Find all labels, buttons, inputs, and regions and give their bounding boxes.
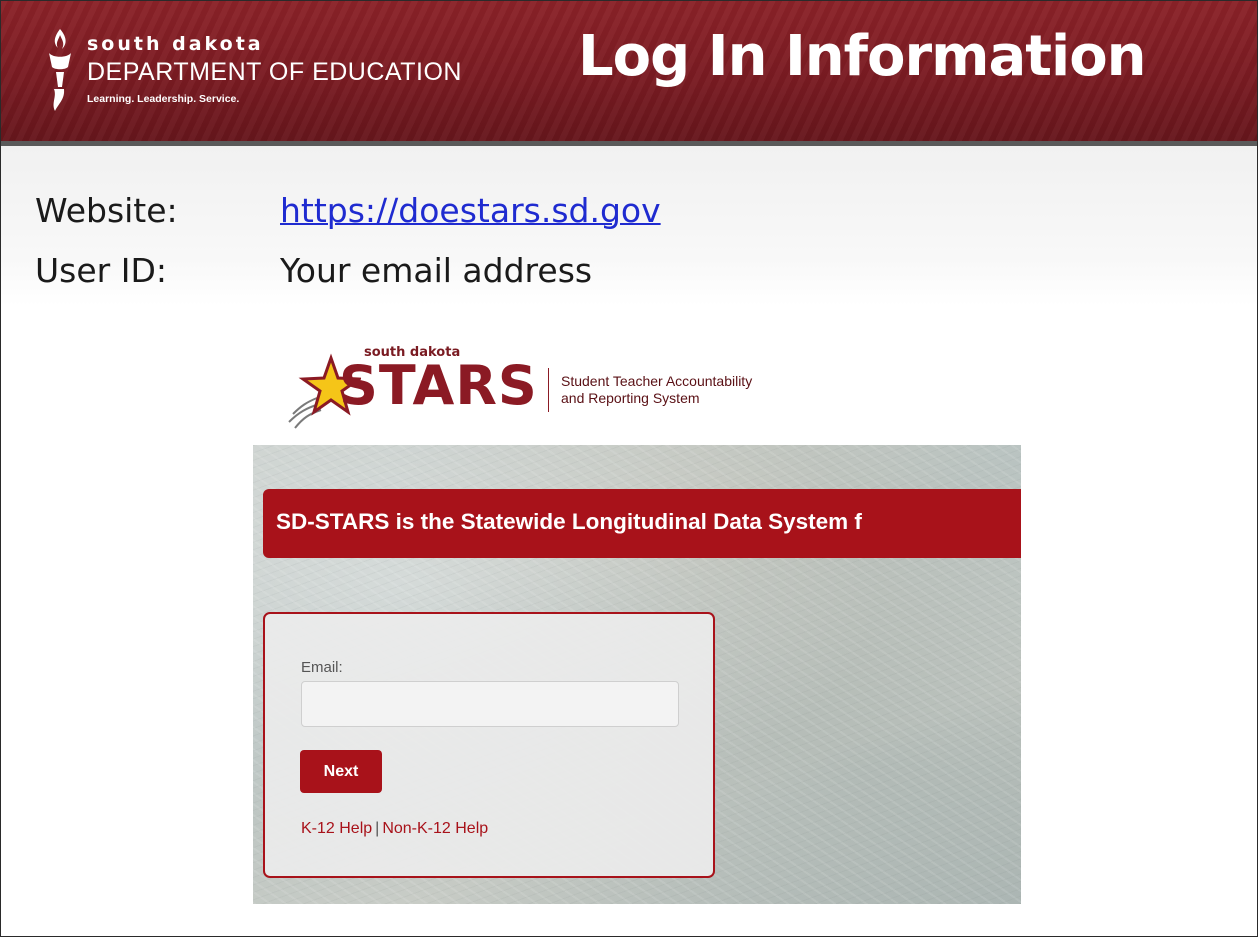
page-title: Log In Information xyxy=(578,24,1147,89)
header-banner: south dakota DEPARTMENT OF EDUCATION Lea… xyxy=(1,1,1257,146)
slide: south dakota DEPARTMENT OF EDUCATION Lea… xyxy=(0,0,1258,937)
userid-row: User ID: Your email address xyxy=(1,251,1257,295)
torch-icon xyxy=(49,29,71,111)
website-link[interactable]: https://doestars.sd.gov xyxy=(280,191,661,230)
system-banner-text: SD-STARS is the Statewide Longitudinal D… xyxy=(276,509,862,534)
org-tagline: Learning. Leadership. Service. xyxy=(87,93,240,105)
org-line-2: DEPARTMENT OF EDUCATION xyxy=(87,58,462,86)
system-banner: SD-STARS is the Statewide Longitudinal D… xyxy=(263,489,1021,558)
website-row: Website: https://doestars.sd.gov xyxy=(1,191,1257,235)
userid-value: Your email address xyxy=(280,251,593,290)
next-button[interactable]: Next xyxy=(300,750,382,793)
login-card: Email: Next K-12 Help | Non-K-12 Help xyxy=(263,612,715,878)
stars-subtitle-1: Student Teacher Accountability xyxy=(561,373,753,389)
email-label: Email: xyxy=(301,659,343,676)
stars-logo: south dakota STARS Student Teacher Accou… xyxy=(283,344,823,434)
stars-subtitle-2: and Reporting System xyxy=(561,390,700,406)
help-separator: | xyxy=(375,820,380,837)
k12-help-link[interactable]: K-12 Help xyxy=(301,820,372,837)
org-line-1: south dakota xyxy=(87,33,264,55)
doe-logo: south dakota DEPARTMENT OF EDUCATION Lea… xyxy=(45,27,465,117)
stars-wordmark: STARS xyxy=(339,354,538,417)
email-field[interactable] xyxy=(301,681,679,727)
non-k12-help-link[interactable]: Non-K-12 Help xyxy=(382,820,488,837)
stars-divider xyxy=(548,368,549,412)
login-screenshot: SD-STARS is the Statewide Longitudinal D… xyxy=(253,445,1021,904)
help-links: K-12 Help | Non-K-12 Help xyxy=(301,820,488,838)
website-label: Website: xyxy=(35,191,178,230)
userid-label: User ID: xyxy=(35,251,167,290)
